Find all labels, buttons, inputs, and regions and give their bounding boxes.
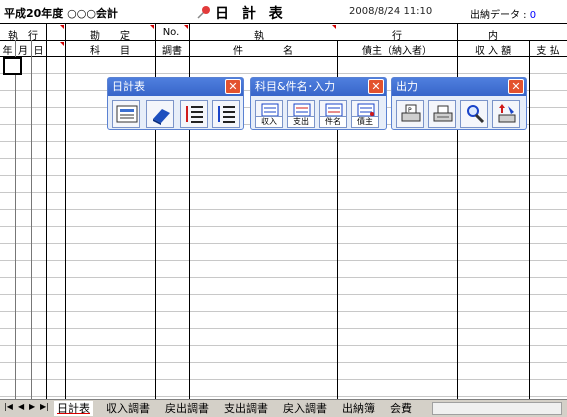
tab-payment-survey[interactable]: 支出調書	[221, 401, 271, 416]
selected-cell[interactable]	[3, 57, 22, 75]
table-row[interactable]	[0, 57, 567, 74]
close-icon[interactable]: ✕	[225, 79, 241, 94]
search-icon[interactable]	[460, 100, 488, 128]
col-day-header: 日	[33, 46, 44, 57]
close-icon[interactable]: ✕	[368, 79, 384, 94]
comment-marker	[332, 25, 336, 29]
sheet-tab-bar: |◀ ◀ ▶ ▶| 日計表 収入調書 戻出調書 支出調書 戻入調書 出納簿 会費	[0, 399, 567, 417]
pushpin-icon	[197, 6, 210, 19]
col-survey-header: 調書	[162, 46, 182, 57]
print-icon[interactable]	[428, 100, 456, 128]
col-inner-header: 内	[488, 31, 498, 42]
item-name-button[interactable]: 件名	[319, 100, 347, 128]
col-exec-header: 執 行	[8, 31, 38, 42]
payment-button[interactable]: 支出	[287, 100, 315, 128]
payment-label: 支出	[288, 116, 314, 127]
col-divider	[31, 40, 32, 399]
cash-data-value: 0	[529, 10, 537, 21]
table-row[interactable]	[0, 380, 567, 397]
col-subject-header: 科 目	[90, 46, 130, 57]
col-month-header: 月	[18, 46, 28, 57]
toolbar-daily-sheet[interactable]: 日計表 ✕	[107, 77, 244, 130]
tab-membership-fee[interactable]: 会費	[387, 401, 415, 416]
toolbar-title: 科目&件名･入力	[251, 78, 386, 96]
tab-refund-in-survey[interactable]: 戻入調書	[280, 401, 330, 416]
col-no-header: No.	[162, 27, 180, 38]
tab-cash-book[interactable]: 出納簿	[339, 401, 378, 416]
horizontal-scrollbar[interactable]	[432, 402, 562, 415]
receipt-button[interactable]: 収入	[255, 100, 283, 128]
item-name-label: 件名	[320, 116, 346, 127]
table-row[interactable]	[0, 159, 567, 176]
list-blue-icon[interactable]	[212, 100, 240, 128]
table-row[interactable]	[0, 312, 567, 329]
toolbar-subject-input[interactable]: 科目&件名･入力 ✕ 収入 支出 件名 債主	[250, 77, 387, 130]
col-item-header: 件 名	[233, 46, 293, 57]
table-row[interactable]	[0, 210, 567, 227]
toolbar-output[interactable]: 出力 ✕ P	[391, 77, 527, 130]
print-preview-icon[interactable]: P	[396, 100, 424, 128]
table-row[interactable]	[0, 346, 567, 363]
last-sheet-icon[interactable]: ▶|	[40, 402, 49, 411]
daily-sheet-icon[interactable]	[112, 100, 140, 128]
tab-receipt-survey[interactable]: 収入調書	[103, 401, 153, 416]
tab-daily-sheet[interactable]: 日計表	[54, 401, 93, 416]
table-row[interactable]	[0, 329, 567, 346]
fiscal-year-label: 平成20年度 ○○○会計	[4, 7, 118, 20]
table-row[interactable]	[0, 142, 567, 159]
table-row[interactable]	[0, 227, 567, 244]
first-sheet-icon[interactable]: |◀	[4, 402, 13, 411]
cash-data-caption: 出納データ :	[470, 10, 530, 21]
cash-data-label: 出納データ : 0	[470, 6, 536, 21]
table-row[interactable]	[0, 193, 567, 210]
col-divider	[46, 24, 47, 399]
prev-sheet-icon[interactable]: ◀	[18, 402, 24, 411]
col-creditor-header: 債主（納入者）	[362, 46, 432, 57]
list-red-icon[interactable]	[180, 100, 208, 128]
export-icon[interactable]	[492, 100, 520, 128]
table-row[interactable]	[0, 295, 567, 312]
col-year-header: 年	[2, 46, 13, 57]
col-divider	[65, 24, 66, 399]
next-sheet-icon[interactable]: ▶	[29, 402, 35, 411]
col-payment-header: 支 払	[536, 46, 560, 57]
col-exec2-header: 執	[254, 31, 264, 42]
col-divider	[15, 40, 16, 399]
close-icon[interactable]: ✕	[508, 79, 524, 94]
datetime-label: 2008/8/24 11:10	[349, 6, 433, 17]
table-row[interactable]	[0, 261, 567, 278]
page-title: 日 計 表	[215, 6, 287, 22]
comment-marker	[60, 42, 64, 46]
toolbar-title: 出力	[392, 78, 526, 96]
col-receipt-header: 収 入 額	[474, 46, 512, 57]
creditor-label: 債主	[352, 116, 378, 127]
receipt-icon	[261, 103, 279, 117]
comment-marker	[60, 25, 64, 29]
receipt-label: 収入	[256, 116, 282, 127]
item-name-icon	[325, 103, 343, 117]
col-account-header: 勘 定	[90, 31, 130, 42]
comment-marker	[150, 25, 154, 29]
payment-icon	[293, 103, 311, 117]
col-row-header: 行	[392, 31, 402, 42]
table-row[interactable]	[0, 278, 567, 295]
comment-marker	[184, 25, 188, 29]
table-row[interactable]	[0, 176, 567, 193]
tab-refund-out-survey[interactable]: 戻出調書	[162, 401, 212, 416]
table-row[interactable]	[0, 363, 567, 380]
creditor-icon	[357, 103, 375, 117]
creditor-button[interactable]: 債主	[351, 100, 379, 128]
table-row[interactable]	[0, 244, 567, 261]
col-divider	[529, 40, 530, 399]
fill-color-icon[interactable]	[146, 100, 174, 128]
toolbar-title: 日計表	[108, 78, 243, 96]
